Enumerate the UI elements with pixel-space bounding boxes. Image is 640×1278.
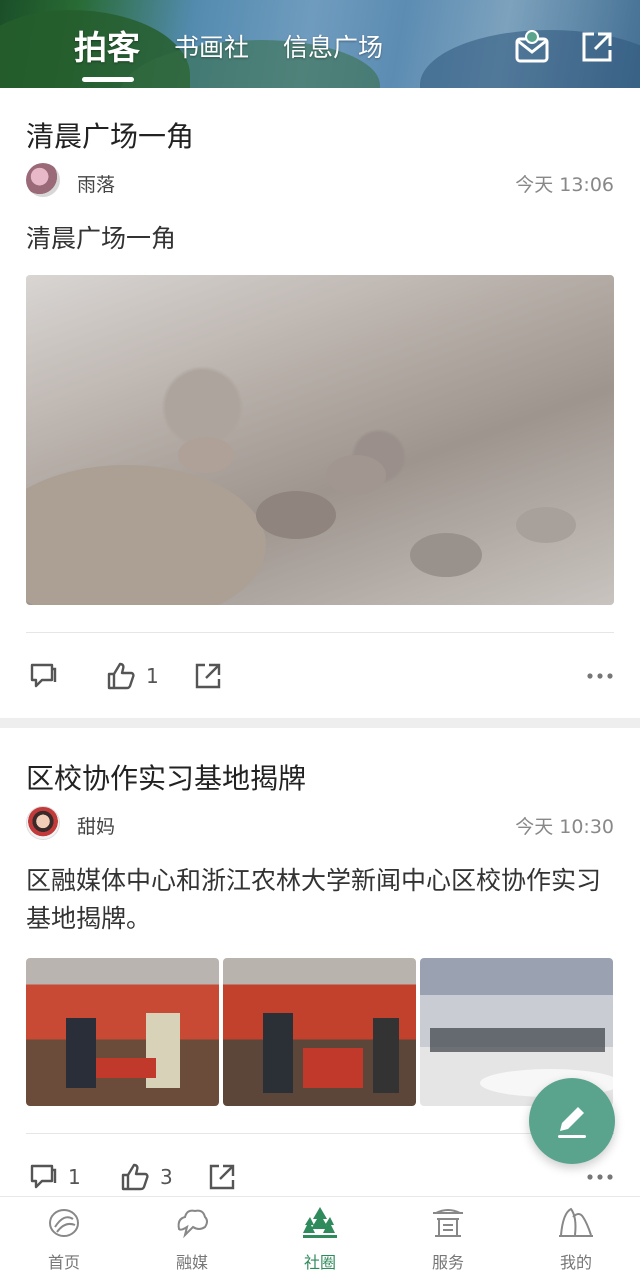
thumbs-up-icon: [121, 1163, 149, 1191]
bottom-nav: 首页 融媒 社圈 服务 我的: [0, 1196, 640, 1278]
post-title[interactable]: 区校协作实习基地揭牌: [26, 757, 306, 797]
thumbs-up-icon: [107, 662, 135, 690]
post-time: 今天 13:06: [515, 174, 614, 196]
more-icon: [587, 673, 613, 679]
mail-icon[interactable]: [515, 30, 549, 64]
comment-icon: [30, 663, 57, 688]
avatar[interactable]: [26, 163, 60, 197]
media-icon: [177, 1209, 208, 1239]
like-count: 3: [160, 1165, 173, 1189]
nav-label: 首页: [47, 1253, 80, 1272]
avatar[interactable]: [26, 806, 60, 840]
comment-icon: [30, 1164, 57, 1189]
share-icon: [195, 663, 221, 689]
share-post-button[interactable]: [208, 1157, 236, 1197]
post-text: 区融媒体中心和浙江农林大学新闻中心区校协作实习基地揭牌。: [26, 866, 602, 933]
edit-icon: [558, 1107, 586, 1138]
compose-button[interactable]: [529, 1078, 615, 1164]
post-actions: 1: [26, 656, 614, 696]
divider: [26, 1133, 614, 1134]
profile-icon: [559, 1207, 593, 1237]
like-button[interactable]: 1: [106, 656, 159, 696]
category-tabs: 拍客 书画社 信息广场: [74, 28, 383, 82]
nav-label: 服务: [431, 1253, 464, 1272]
post-image[interactable]: [223, 958, 416, 1106]
more-icon: [587, 1174, 613, 1180]
top-header: 拍客 书画社 信息广场: [0, 0, 640, 88]
like-count: 1: [146, 664, 159, 688]
tab-xinxiguangchang[interactable]: 信息广场: [283, 28, 383, 68]
tab-label: 拍客: [74, 28, 140, 67]
nav-service[interactable]: 服务: [384, 1205, 512, 1275]
nav-media[interactable]: 融媒: [128, 1205, 256, 1275]
active-tab-indicator: [82, 77, 134, 82]
share-icon: [209, 1164, 235, 1190]
divider: [26, 632, 614, 633]
post-text: 清晨广场一角: [26, 224, 177, 253]
nav-home[interactable]: 首页: [0, 1205, 128, 1275]
share-post-button[interactable]: [194, 656, 222, 696]
nav-label: 社圈: [303, 1253, 336, 1272]
post-time: 今天 10:30: [515, 816, 614, 838]
more-button[interactable]: [586, 1157, 614, 1197]
author-name[interactable]: 雨落: [77, 170, 115, 197]
tab-shuhuashe[interactable]: 书画社: [174, 28, 249, 68]
home-icon: [49, 1209, 79, 1237]
more-button[interactable]: [586, 656, 614, 696]
community-icon: [303, 1207, 337, 1238]
nav-profile[interactable]: 我的: [512, 1205, 640, 1275]
tab-label: 信息广场: [283, 33, 384, 62]
nav-label: 融媒: [175, 1253, 208, 1272]
section-separator: [0, 718, 640, 728]
post-actions: 1 3: [26, 1157, 614, 1197]
like-button[interactable]: 3: [120, 1157, 173, 1197]
comment-button[interactable]: [28, 656, 68, 696]
post-title[interactable]: 清晨广场一角: [26, 115, 194, 155]
nav-label: 我的: [559, 1253, 592, 1272]
tab-label: 书画社: [174, 33, 250, 62]
comment-button[interactable]: 1: [28, 1157, 81, 1197]
tab-paike[interactable]: 拍客: [74, 28, 140, 82]
nav-community[interactable]: 社圈: [256, 1205, 384, 1275]
comment-count: 1: [68, 1165, 81, 1189]
share-icon[interactable]: [580, 30, 614, 64]
post-image[interactable]: [26, 275, 614, 605]
service-icon: [433, 1209, 463, 1237]
post-image[interactable]: [26, 958, 219, 1106]
author-name[interactable]: 甜妈: [77, 812, 115, 839]
